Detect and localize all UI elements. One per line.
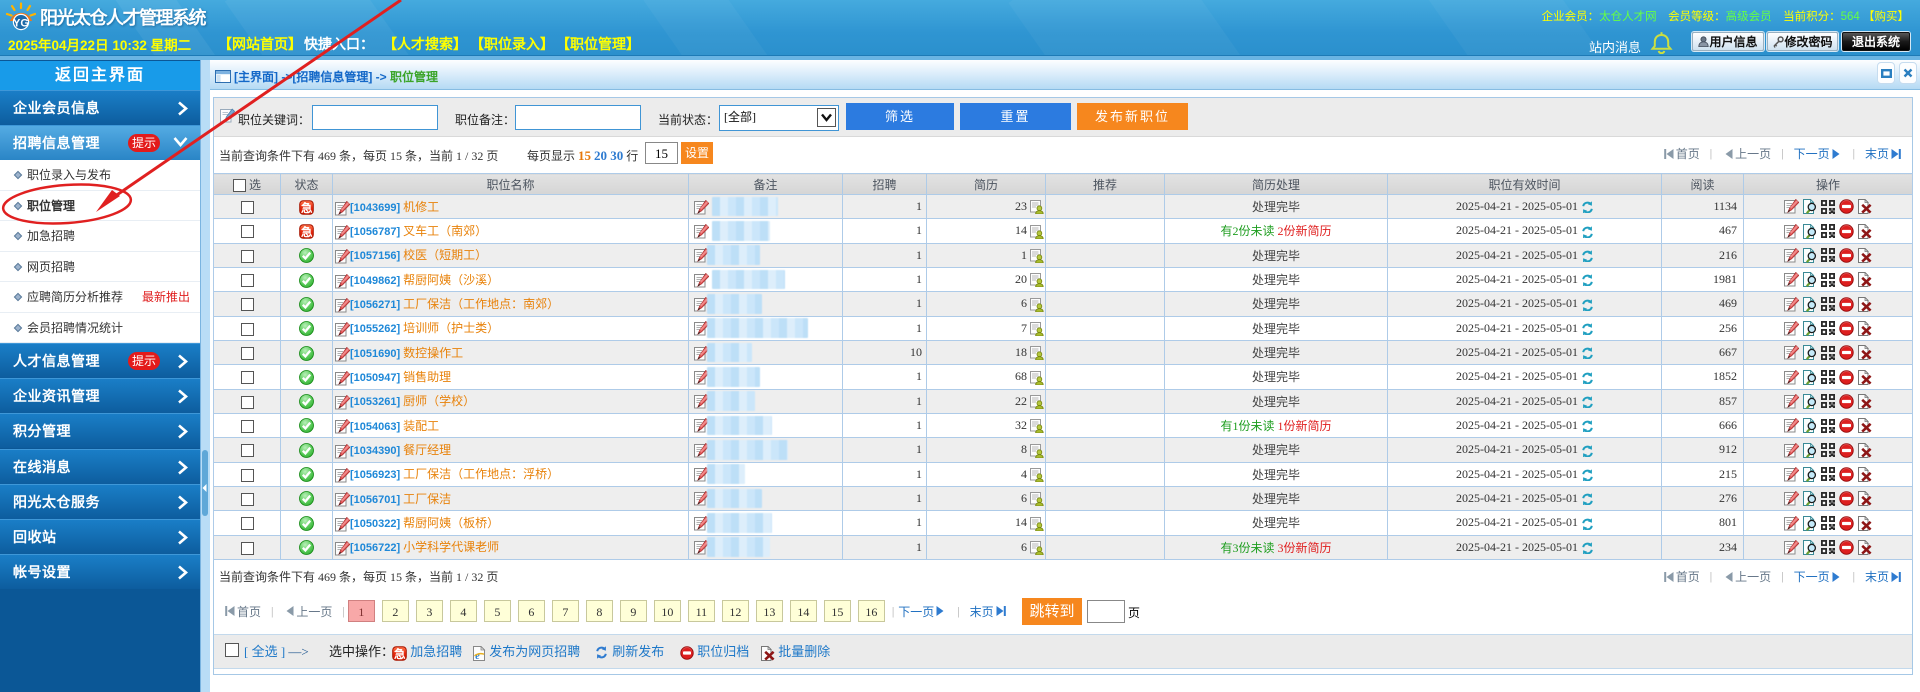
svg-text:e: e	[475, 651, 480, 661]
svg-text:急: 急	[301, 225, 313, 239]
svg-text:急: 急	[301, 201, 313, 215]
svg-text:YG: YG	[13, 18, 29, 30]
svg-text:急: 急	[394, 647, 406, 661]
